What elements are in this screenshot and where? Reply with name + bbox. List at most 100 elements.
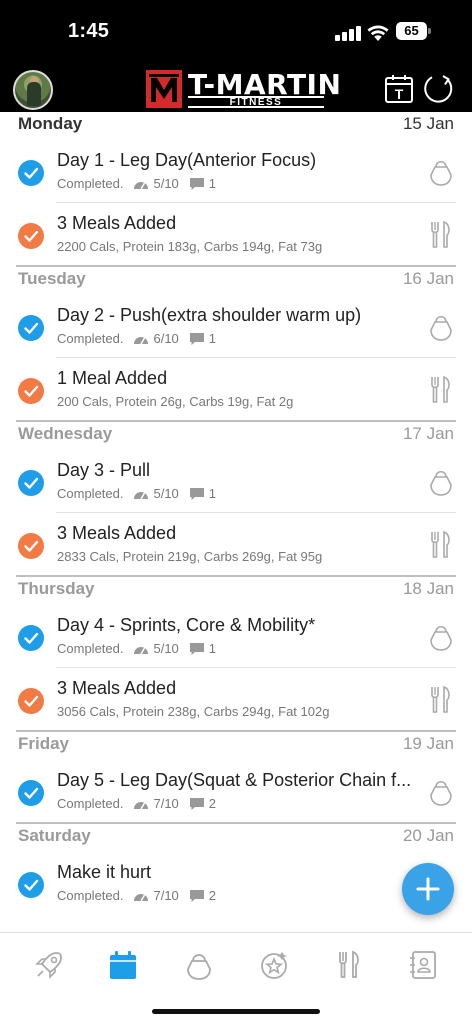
fork-knife-icon — [428, 530, 454, 560]
day-header: Saturday 20 Jan — [0, 824, 472, 852]
meal-nutrition: 2200 Cals, Protein 183g, Carbs 194g, Fat… — [57, 239, 322, 254]
check-icon — [18, 378, 44, 404]
meal-entry[interactable]: 3 Meals Added 3056 Cals, Protein 238g, Ca… — [0, 668, 472, 730]
nutrition-summary: 200 Cals, Protein 26g, Carbs 19g, Fat 2g — [57, 394, 294, 409]
workout-entry[interactable]: Day 2 - Push(extra shoulder warm up) Comp… — [0, 295, 472, 357]
day-date: 18 Jan — [402, 579, 454, 598]
day-date: 15 Jan — [402, 114, 454, 133]
activity-feed[interactable]: Monday 15 Jan Day 1 - Leg Day(Anterior Foc… — [0, 112, 472, 932]
day-name: Monday — [18, 114, 83, 133]
rating-icon — [134, 646, 149, 654]
nutrition-summary: 2833 Cals, Protein 219g, Carbs 269g, Fat… — [57, 549, 323, 564]
day-date: 19 Jan — [402, 734, 454, 753]
comment-icon — [189, 797, 204, 810]
meal-entry[interactable]: 3 Meals Added 2833 Cals, Protein 219g, Ca… — [0, 513, 472, 575]
workout-meta: Completed. 5/10 1 — [57, 176, 216, 191]
check-icon — [18, 315, 44, 341]
comment-icon — [189, 177, 204, 190]
fork-knife-icon — [428, 375, 454, 405]
avatar[interactable] — [13, 70, 53, 110]
check-icon — [18, 872, 44, 898]
meal-entry[interactable]: 1 Meal Added 200 Cals, Protein 26g, Carbs… — [0, 358, 472, 420]
comment-count: 1 — [208, 176, 217, 191]
brand-logo: T-MARTIN FITNESS — [146, 68, 341, 110]
nutrition-summary: 3056 Cals, Protein 238g, Carbs 294g, Fat… — [57, 704, 330, 719]
comment-icon — [189, 642, 204, 655]
cellular-signal-icon — [335, 25, 361, 41]
day-header: Monday 15 Jan — [0, 112, 472, 140]
add-button[interactable] — [402, 863, 454, 915]
rating-icon — [134, 336, 149, 344]
workout-rating: 5/10 — [153, 486, 179, 501]
meal-nutrition: 3056 Cals, Protein 238g, Carbs 294g, Fat… — [57, 704, 329, 719]
day-header: Thursday 18 Jan — [0, 577, 472, 605]
calendar-letter: T — [395, 86, 404, 102]
workout-status: Completed. — [57, 888, 124, 903]
tab-kettlebell-icon[interactable] — [183, 949, 215, 981]
meal-nutrition: 200 Cals, Protein 26g, Carbs 19g, Fat 2g — [57, 394, 293, 409]
check-icon — [18, 533, 44, 559]
comment-icon — [189, 889, 204, 902]
workout-meta: Completed. 7/10 2 — [57, 796, 216, 811]
workout-rating: 5/10 — [153, 641, 179, 656]
refresh-button[interactable] — [423, 73, 455, 105]
entry-title: Day 4 - Sprints, Core & Mobility* — [57, 615, 316, 635]
tab-rocket-icon[interactable] — [33, 949, 65, 981]
kettlebell-icon — [428, 777, 454, 807]
entry-title: Day 5 - Leg Day(Squat & Posterior Chain … — [57, 770, 412, 790]
meal-entry[interactable]: 3 Meals Added 2200 Cals, Protein 183g, Ca… — [0, 203, 472, 265]
workout-status: Completed. — [57, 176, 124, 191]
workout-entry[interactable]: Day 4 - Sprints, Core & Mobility* Complet… — [0, 605, 472, 667]
workout-meta: Completed. 5/10 1 — [57, 641, 216, 656]
rating-icon — [134, 801, 149, 809]
wifi-icon — [367, 25, 389, 41]
day-date: 16 Jan — [402, 269, 454, 288]
kettlebell-icon — [428, 312, 454, 342]
tab-calendar-icon[interactable] — [107, 949, 139, 981]
entry-title: 3 Meals Added — [57, 523, 177, 543]
status-time: 1:45 — [68, 20, 110, 42]
fork-knife-icon — [428, 220, 454, 250]
app-header: 1:45 65 T-MARTIN FITNESS T — [0, 0, 472, 112]
day-header: Friday 19 Jan — [0, 732, 472, 760]
entry-title: 3 Meals Added — [57, 678, 177, 698]
check-icon — [18, 780, 44, 806]
workout-rating: 6/10 — [153, 331, 179, 346]
day-name: Saturday — [18, 826, 91, 845]
rating-icon — [134, 893, 149, 901]
comment-icon — [189, 487, 204, 500]
comment-count: 2 — [208, 888, 217, 903]
entry-title: Day 1 - Leg Day(Anterior Focus) — [57, 150, 317, 170]
tab-fork-knife-icon[interactable] — [333, 949, 365, 981]
day-date: 20 Jan — [402, 826, 454, 845]
logo-badge-icon — [146, 70, 182, 108]
tab-contact-book-icon[interactable] — [407, 949, 439, 981]
day-header: Tuesday 16 Jan — [0, 267, 472, 295]
workout-entry[interactable]: Day 1 - Leg Day(Anterior Focus) Completed… — [0, 140, 472, 202]
comment-count: 2 — [208, 796, 217, 811]
workout-rating: 7/10 — [153, 888, 179, 903]
check-icon — [18, 223, 44, 249]
battery-icon: 65 — [396, 22, 431, 40]
workout-meta: Completed. 5/10 1 — [57, 486, 216, 501]
comment-count: 1 — [208, 641, 217, 656]
nutrition-summary: 2200 Cals, Protein 183g, Carbs 194g, Fat… — [57, 239, 323, 254]
plus-icon — [416, 877, 440, 901]
check-icon — [18, 625, 44, 651]
entry-title: Day 2 - Push(extra shoulder warm up) — [57, 305, 362, 325]
check-icon — [18, 470, 44, 496]
entry-title: Make it hurt — [57, 862, 152, 882]
home-indicator — [152, 1009, 320, 1014]
battery-level: 65 — [404, 23, 419, 38]
today-calendar-button[interactable]: T — [384, 74, 414, 104]
workout-entry[interactable]: Day 3 - Pull Completed. 5/10 1 — [0, 450, 472, 512]
comment-icon — [189, 332, 204, 345]
workout-status: Completed. — [57, 796, 124, 811]
workout-status: Completed. — [57, 331, 124, 346]
workout-meta: Completed. 6/10 1 — [57, 331, 216, 346]
rating-icon — [134, 491, 149, 499]
entry-title: Day 3 - Pull — [57, 460, 151, 480]
tab-achievement-icon[interactable] — [258, 949, 290, 981]
day-name: Wednesday — [18, 424, 113, 443]
workout-entry[interactable]: Day 5 - Leg Day(Squat & Posterior Chain … — [0, 760, 472, 822]
